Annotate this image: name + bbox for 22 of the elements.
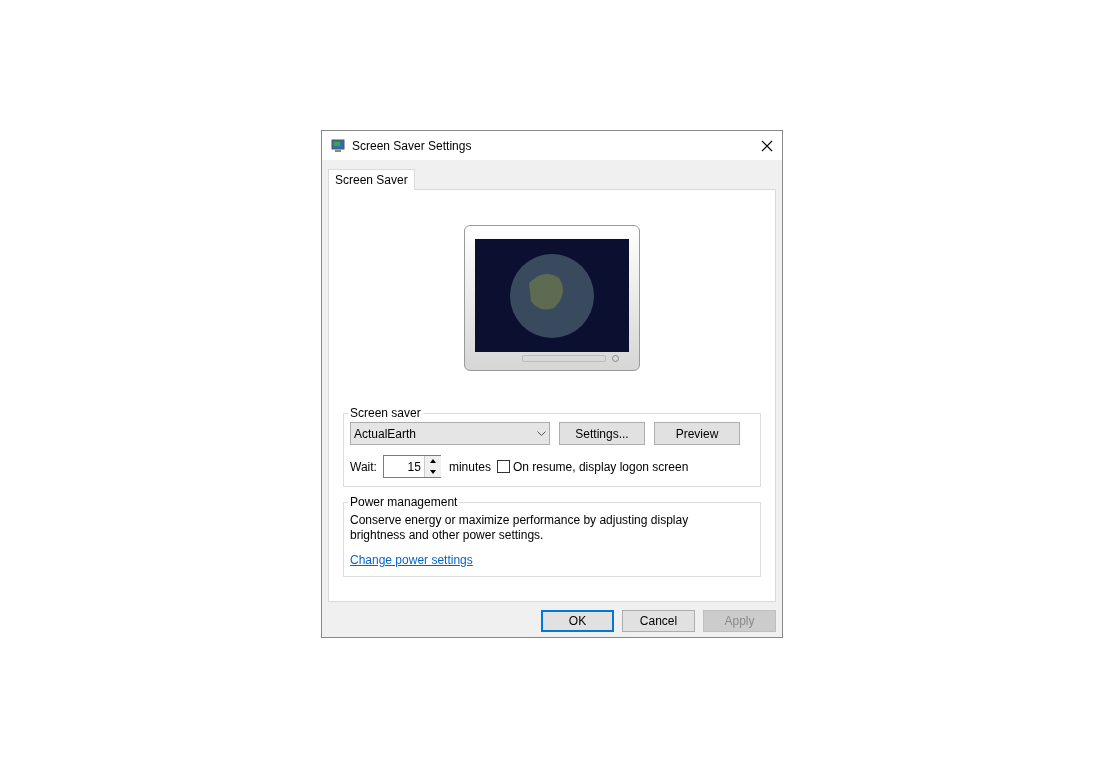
spin-up-icon[interactable] — [424, 456, 441, 466]
spin-down-icon[interactable] — [424, 466, 441, 477]
screen-saver-dropdown[interactable]: ActualEarth — [350, 422, 550, 445]
wait-field[interactable]: 15 — [383, 456, 424, 477]
close-icon — [761, 139, 773, 152]
dialog-button[interactable]: Preview — [654, 422, 740, 445]
window-title: Screen Saver Settings — [352, 137, 472, 155]
group-label: Power management — [349, 494, 459, 511]
dialog-button[interactable]: Cancel — [622, 610, 695, 632]
tab[interactable]: Screen Saver — [328, 169, 415, 190]
minutes-label: minutes — [448, 458, 491, 476]
wait-spinner[interactable]: 15 — [382, 455, 441, 478]
power-description: Conserve energy or maximize performance by adjusting display brightness and other power settings. — [350, 513, 690, 543]
chevron-down-icon — [537, 431, 546, 436]
group-label: Screen saver — [349, 405, 422, 422]
dialog-button[interactable]: OK — [541, 610, 614, 632]
dialog-button[interactable]: Settings... — [559, 422, 645, 445]
wait-label: Wait: — [350, 458, 377, 476]
change-power-settings-link[interactable]: Change power settings — [350, 551, 473, 569]
checkbox-label: On resume, display logon screen — [512, 458, 689, 476]
logon-checkbox[interactable] — [496, 460, 510, 473]
monitor-icon — [331, 138, 345, 153]
